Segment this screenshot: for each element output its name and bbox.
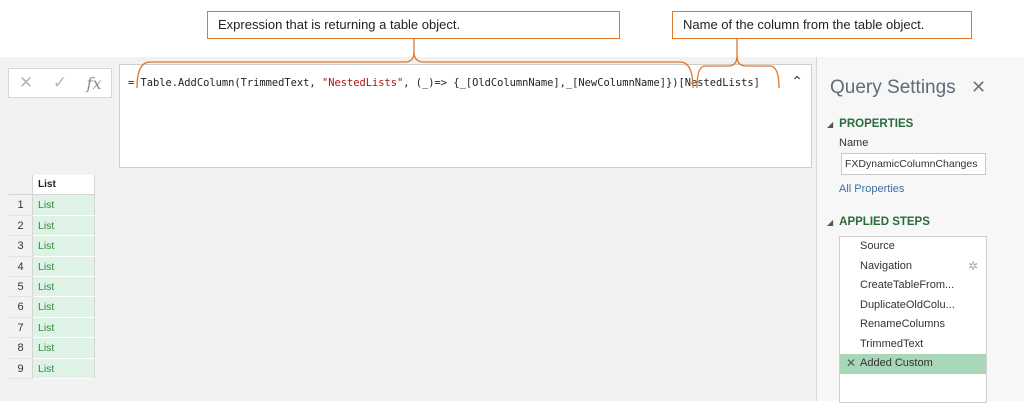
step-label: Added Custom	[860, 357, 933, 369]
step-label: DuplicateOldColu...	[860, 298, 955, 311]
formula-bar-controls: ✕ ✓ fx	[8, 68, 112, 98]
row-number-header[interactable]	[9, 175, 33, 196]
properties-heading-label: PROPERTIES	[839, 118, 914, 130]
table-row: 8 List	[9, 338, 95, 359]
step-added-custom[interactable]: ✕ Added Custom	[840, 354, 986, 374]
chevron-up-icon[interactable]: ⌃	[791, 73, 803, 90]
step-label: RenameColumns	[860, 318, 945, 330]
delete-step-icon[interactable]: ✕	[846, 354, 856, 374]
table-row: 9 List	[9, 358, 95, 379]
all-properties-link[interactable]: All Properties	[839, 183, 904, 195]
list-cell[interactable]: List	[33, 215, 95, 237]
row-number: 5	[9, 276, 33, 298]
table-row: 3 List	[9, 236, 95, 257]
formula-bar[interactable]: = Table.AddColumn(TrimmedText, "NestedLi…	[119, 64, 812, 168]
formula-string-literal: "NestedLists"	[321, 77, 404, 89]
formula-text[interactable]: = Table.AddColumn(TrimmedText, "NestedLi…	[128, 77, 760, 89]
query-settings-title: Query Settings	[830, 77, 956, 98]
applied-steps-heading[interactable]: ◢ APPLIED STEPS	[827, 216, 930, 228]
formula-prefix: = Table.AddColumn(TrimmedText,	[128, 77, 322, 89]
query-name-field[interactable]: FXDynamicColumnChanges	[841, 153, 986, 175]
data-grid: List 1 List 2 List 3 List 4 List 5 List 6 List…	[9, 175, 95, 379]
list-cell[interactable]: List	[33, 317, 95, 339]
list-cell[interactable]: List	[33, 358, 95, 379]
step-label: Source	[860, 240, 895, 252]
applied-steps-heading-label: APPLIED STEPS	[839, 216, 930, 228]
list-cell[interactable]: List	[33, 338, 95, 359]
table-row: 6 List	[9, 297, 95, 318]
row-number: 3	[9, 236, 33, 257]
gear-icon[interactable]: ✲	[968, 257, 978, 277]
table-row: 7 List	[9, 317, 95, 339]
list-cell[interactable]: List	[33, 297, 95, 318]
row-number: 8	[9, 338, 33, 359]
step-trimmed-text[interactable]: TrimmedText	[840, 335, 986, 355]
query-settings-panel: Query Settings ✕ ◢ PROPERTIES Name FXDyna…	[816, 57, 1024, 403]
step-label: TrimmedText	[860, 337, 924, 350]
properties-heading[interactable]: ◢ PROPERTIES	[827, 118, 913, 130]
collapse-triangle-icon: ◢	[827, 120, 834, 129]
name-label: Name	[839, 137, 869, 149]
row-number: 1	[9, 195, 33, 216]
list-cell[interactable]: List	[33, 276, 95, 298]
row-number: 2	[9, 215, 33, 237]
list-cell[interactable]: List	[33, 236, 95, 257]
step-label: Navigation	[860, 259, 912, 272]
table-row: 1 List	[9, 195, 95, 216]
table-row: 5 List	[9, 276, 95, 298]
column-header[interactable]: List	[33, 175, 95, 196]
row-number: 4	[9, 256, 33, 277]
table-row: 4 List	[9, 256, 95, 277]
row-number: 6	[9, 297, 33, 318]
step-label: CreateTableFrom...	[860, 279, 955, 291]
step-source[interactable]: Source	[840, 237, 986, 257]
list-cell[interactable]: List	[33, 256, 95, 277]
collapse-triangle-icon: ◢	[827, 218, 834, 227]
formula-suffix: , (_)=> {_[OldColumnName],_[NewColumnNam…	[403, 77, 760, 89]
close-icon[interactable]: ✕	[971, 77, 986, 98]
applied-steps-list: Source Navigation ✲ CreateTableFrom... Du…	[839, 236, 987, 403]
grid-header-row: List	[9, 175, 95, 196]
table-row: 2 List	[9, 215, 95, 237]
step-duplicate-old-column[interactable]: DuplicateOldColu...	[840, 296, 986, 316]
step-create-table[interactable]: CreateTableFrom...	[840, 276, 986, 296]
row-number: 7	[9, 317, 33, 339]
row-number: 9	[9, 358, 33, 379]
list-cell[interactable]: List	[33, 195, 95, 216]
callout-column-name: Name of the column from the table object…	[672, 11, 972, 39]
check-icon[interactable]: ✓	[43, 73, 77, 93]
step-navigation[interactable]: Navigation ✲	[840, 257, 986, 277]
close-icon[interactable]: ✕	[9, 73, 43, 93]
step-rename-columns[interactable]: RenameColumns	[840, 315, 986, 335]
callout-expression: Expression that is returning a table obj…	[207, 11, 620, 39]
fx-icon[interactable]: fx	[77, 74, 111, 93]
